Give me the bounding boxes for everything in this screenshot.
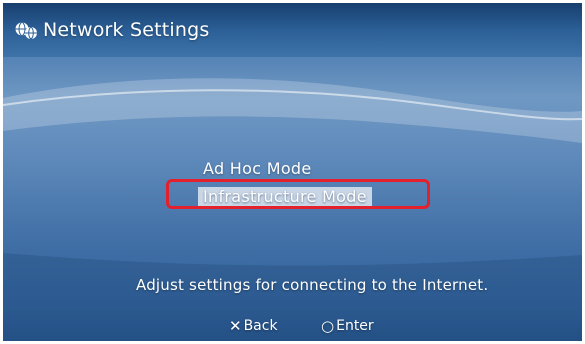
back-label: Back xyxy=(243,318,278,334)
page-title: Network Settings xyxy=(43,19,210,41)
bottom-bar xyxy=(3,307,582,341)
menu-item-ad-hoc-mode[interactable]: Ad Hoc Mode xyxy=(203,159,312,178)
enter-button[interactable]: ○ Enter xyxy=(321,317,374,335)
annotation-highlight-box xyxy=(166,179,430,209)
circle-button-icon: ○ xyxy=(321,317,335,335)
psp-network-settings-screen: Network Settings Ad Hoc Mode Infrastruct… xyxy=(3,3,582,341)
back-button[interactable]: ✕ Back xyxy=(229,317,278,335)
enter-label: Enter xyxy=(336,318,374,334)
help-description: Adjust settings for connecting to the In… xyxy=(136,276,489,294)
cross-button-icon: ✕ xyxy=(229,317,242,335)
title-bar: Network Settings xyxy=(3,3,582,57)
network-globe-icon xyxy=(14,21,37,40)
